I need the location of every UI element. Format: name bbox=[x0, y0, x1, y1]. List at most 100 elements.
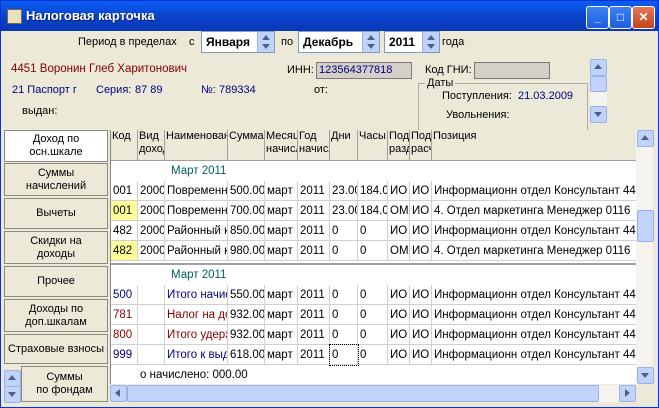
cell-sum[interactable]: 932.00 bbox=[228, 305, 265, 325]
cell-pos[interactable]: Информационн отдел Консультант 4451 bbox=[432, 305, 637, 325]
cell-year[interactable]: 2011 bbox=[298, 325, 330, 345]
cell-sum[interactable]: 500.00 bbox=[228, 181, 265, 201]
cell-pos[interactable]: 4. Отдел маркетинга Менеджер 0116 bbox=[432, 201, 637, 221]
cell-year[interactable]: 2011 bbox=[298, 241, 330, 261]
info-scroll-down[interactable] bbox=[590, 106, 607, 123]
cell-vid[interactable]: 2000 bbox=[138, 181, 165, 201]
cell-p1[interactable]: ИО bbox=[388, 285, 410, 305]
cell-hours[interactable]: 0 bbox=[358, 285, 388, 305]
cell-p2[interactable]: ИО bbox=[410, 325, 432, 345]
cell-days[interactable]: 23.00 bbox=[330, 201, 358, 221]
cell-hours[interactable]: 184.0 bbox=[358, 201, 388, 221]
month-from-arrows[interactable] bbox=[257, 32, 274, 52]
cell-name[interactable]: Итого удерж bbox=[165, 325, 228, 345]
year-spinner[interactable]: 2011 bbox=[384, 31, 440, 53]
cell-month[interactable]: март bbox=[265, 345, 298, 365]
cell-hours[interactable]: 0 bbox=[358, 305, 388, 325]
cell-code[interactable]: 800 bbox=[111, 325, 138, 345]
cell-year[interactable]: 2011 bbox=[298, 345, 330, 365]
cell-code[interactable]: 001 bbox=[111, 181, 138, 201]
cell-p2[interactable]: ИО bbox=[410, 201, 432, 221]
col-header-year[interactable]: Год начисления bbox=[298, 130, 330, 161]
cell-sum[interactable]: 618.00 bbox=[228, 345, 265, 365]
cell-hours[interactable]: 0 bbox=[358, 325, 388, 345]
grid-scroll-right[interactable] bbox=[619, 385, 636, 402]
cell-pos[interactable]: Информационн отдел Консультант 4451 bbox=[432, 285, 637, 305]
cell-year[interactable]: 2011 bbox=[298, 305, 330, 325]
cell-sum[interactable]: 550.00 bbox=[228, 285, 265, 305]
cell-days[interactable]: 0 bbox=[329, 344, 359, 366]
cell-year[interactable]: 2011 bbox=[298, 285, 330, 305]
cell-pos[interactable]: Информационн отдел Консультант 4451 bbox=[432, 345, 637, 365]
cell-sum[interactable]: 850.00 bbox=[228, 221, 265, 241]
tabs-scroll-up[interactable] bbox=[4, 370, 21, 387]
cell-sum[interactable]: 980.00 bbox=[228, 241, 265, 261]
cell-p1[interactable]: ИО bbox=[388, 181, 410, 201]
cell-name[interactable]: Итого начис bbox=[165, 285, 228, 305]
cell-p1[interactable]: ИО bbox=[388, 305, 410, 325]
cell-month[interactable]: март bbox=[265, 305, 298, 325]
cell-vid[interactable] bbox=[138, 325, 165, 345]
cell-month[interactable]: март bbox=[265, 325, 298, 345]
cell-days[interactable]: 0 bbox=[330, 285, 358, 305]
tabs-scroll-down[interactable] bbox=[4, 386, 21, 403]
cell-pos[interactable]: Информационн отдел Консультант 4451 bbox=[432, 221, 637, 241]
title-bar[interactable]: Налоговая карточка _ □ ✕ bbox=[1, 1, 658, 31]
cell-p2[interactable]: ИО bbox=[410, 305, 432, 325]
cell-p2[interactable]: ИО bbox=[410, 221, 432, 241]
gni-field[interactable] bbox=[474, 62, 550, 79]
col-header-hours[interactable]: Часы bbox=[358, 130, 388, 161]
cell-month[interactable]: март bbox=[265, 181, 298, 201]
cell-month[interactable]: март bbox=[265, 221, 298, 241]
year-arrows[interactable] bbox=[422, 32, 439, 52]
cell-name[interactable]: Повременная bbox=[165, 201, 228, 221]
grid-scroll-left[interactable] bbox=[110, 385, 127, 402]
info-scroll-thumb[interactable] bbox=[590, 76, 607, 92]
cell-code[interactable]: 999 bbox=[111, 345, 138, 365]
cell-code[interactable]: 482 bbox=[111, 221, 138, 241]
cell-days[interactable]: 0 bbox=[330, 221, 358, 241]
cell-name[interactable]: Итого к выд bbox=[165, 345, 228, 365]
cell-p1[interactable]: ОМ bbox=[388, 201, 410, 221]
cell-p1[interactable]: ОМ bbox=[388, 241, 410, 261]
col-header-position[interactable]: Позиция bbox=[432, 130, 637, 161]
tab-deductions[interactable]: Вычеты bbox=[4, 198, 108, 229]
cell-code[interactable]: 781 bbox=[111, 305, 138, 325]
cell-month[interactable]: март bbox=[265, 241, 298, 261]
close-button[interactable]: ✕ bbox=[632, 6, 655, 29]
grid-vscrollbar[interactable] bbox=[636, 130, 654, 384]
cell-hours[interactable]: 184.0 bbox=[358, 181, 388, 201]
cell-p2[interactable]: ИО bbox=[410, 241, 432, 261]
cell-year[interactable]: 2011 bbox=[298, 201, 330, 221]
cell-vid[interactable]: 2000 bbox=[138, 241, 165, 261]
cell-month[interactable]: март bbox=[265, 285, 298, 305]
income-grid[interactable]: Код Вид дохода Наименование Сумма Месяц … bbox=[110, 130, 637, 384]
maximize-button[interactable]: □ bbox=[609, 6, 632, 29]
tab-income-extra-scales[interactable]: Доходы по доп.шкалам bbox=[4, 299, 108, 332]
cell-p2[interactable]: ИО bbox=[410, 181, 432, 201]
col-header-sum[interactable]: Сумма bbox=[228, 130, 265, 161]
cell-pos[interactable]: Информационн отдел Консультант 4451 bbox=[432, 325, 637, 345]
cell-vid[interactable] bbox=[138, 285, 165, 305]
cell-name[interactable]: Повременная bbox=[165, 181, 228, 201]
col-header-month[interactable]: Месяц начисления bbox=[265, 130, 298, 161]
cell-p2[interactable]: ИО bbox=[410, 345, 432, 365]
cell-days[interactable]: 23.00 bbox=[330, 181, 358, 201]
cell-p2[interactable]: ИО bbox=[410, 285, 432, 305]
grid-scroll-up[interactable] bbox=[637, 130, 654, 147]
cell-p1[interactable]: ИО bbox=[388, 221, 410, 241]
cell-year[interactable]: 2011 bbox=[298, 221, 330, 241]
cell-name[interactable]: Налог на до bbox=[165, 305, 228, 325]
cell-name[interactable]: Районный к bbox=[165, 241, 228, 261]
cell-year[interactable]: 2011 bbox=[298, 181, 330, 201]
inn-field[interactable]: 123564377818 bbox=[316, 62, 412, 79]
tab-insurance-contributions[interactable]: Страховые взносы bbox=[4, 334, 108, 364]
tab-income-main-scale[interactable]: Доход по осн.шкале bbox=[4, 130, 108, 162]
col-header-name[interactable]: Наименование bbox=[165, 130, 228, 161]
tab-accrual-sums[interactable]: Суммы начислений bbox=[4, 163, 108, 196]
cell-p1[interactable]: ИО bbox=[388, 325, 410, 345]
cell-code[interactable]: 500 bbox=[111, 285, 138, 305]
month-to-spinner[interactable]: Декабрь bbox=[298, 31, 380, 53]
cell-hours[interactable]: 0 bbox=[358, 241, 388, 261]
cell-sum[interactable]: 932.00 bbox=[228, 325, 265, 345]
